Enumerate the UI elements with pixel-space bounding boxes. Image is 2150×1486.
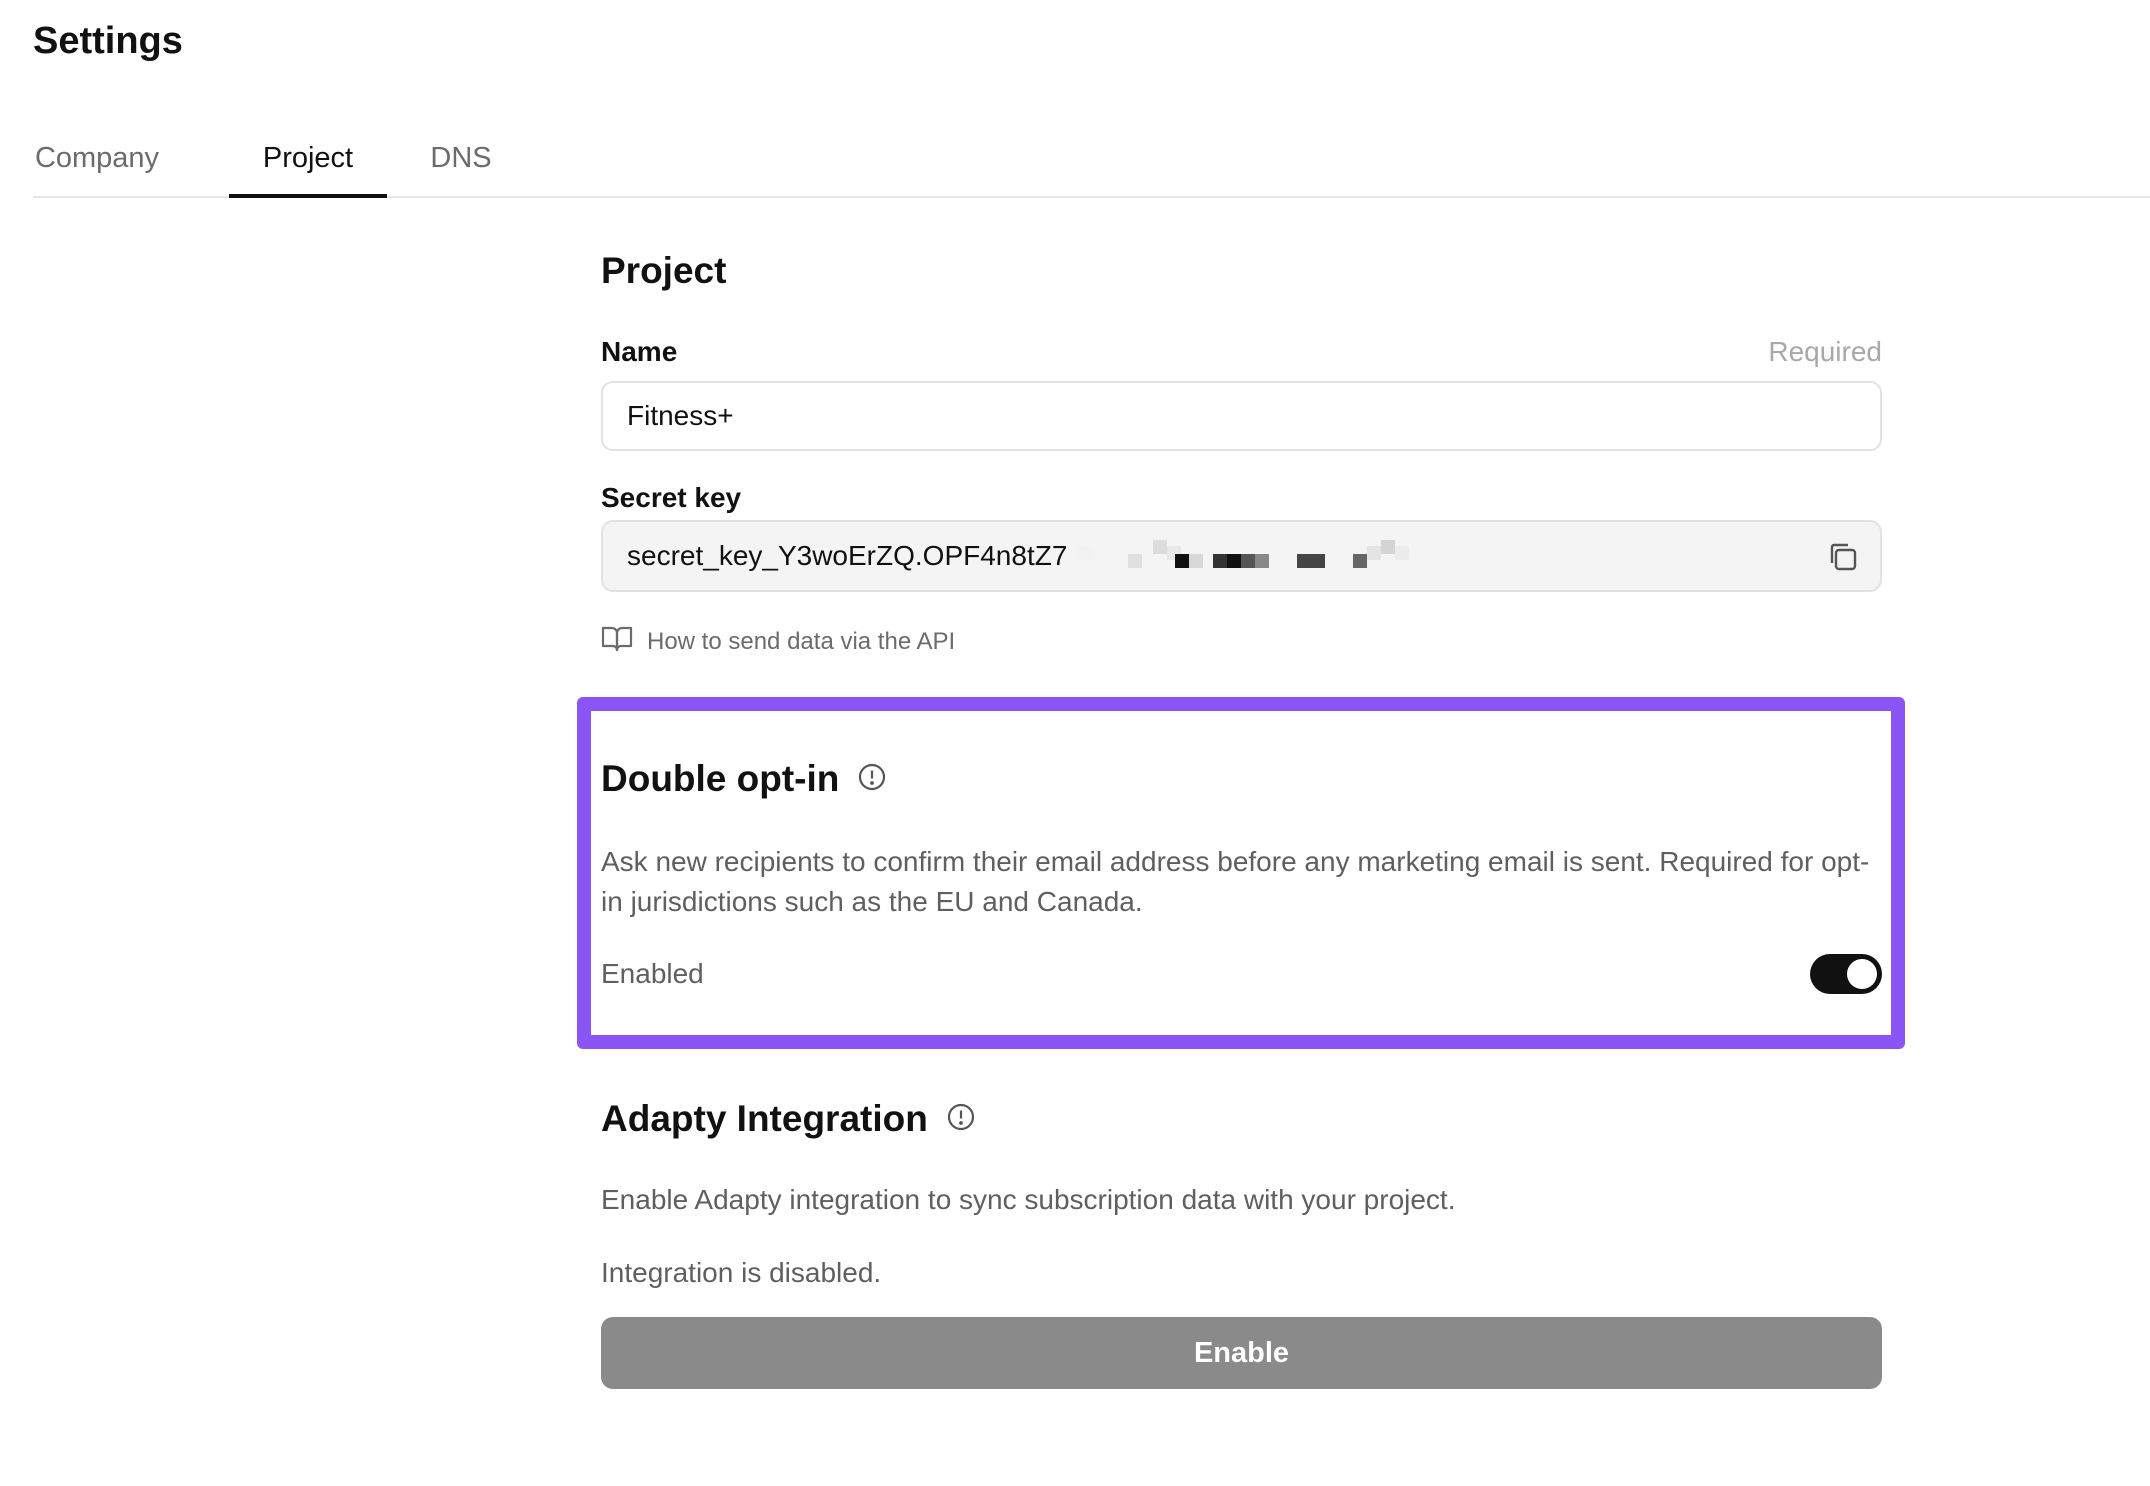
tab-dns[interactable]: DNS: [418, 128, 504, 194]
tab-company[interactable]: Company: [33, 128, 161, 194]
adapty-header: Adapty Integration: [601, 1098, 976, 1140]
settings-page: Settings Company Project DNS Project Nam…: [0, 0, 2150, 1486]
info-icon[interactable]: [946, 1102, 976, 1137]
secret-key-label: Secret key: [601, 482, 742, 513]
secret-key-value: secret_key_Y3woErZQ.OPF4n8tZ7: [627, 540, 1068, 571]
double-opt-in-highlight: [577, 697, 1905, 1049]
tab-bar: Company Project DNS: [33, 128, 2150, 198]
name-label: Name: [601, 336, 678, 367]
copy-icon[interactable]: [1826, 540, 1860, 574]
adapty-status: Integration is disabled.: [601, 1257, 882, 1288]
api-docs-link[interactable]: How to send data via the API: [601, 624, 955, 659]
project-name-input[interactable]: [601, 381, 1882, 451]
required-hint: Required: [1768, 336, 1882, 367]
secret-key-field[interactable]: secret_key_Y3woErZQ.OPF4n8tZ7: [601, 520, 1882, 592]
secret-key-label-row: Secret key: [601, 482, 1882, 514]
enable-adapty-button[interactable]: Enable: [601, 1317, 1882, 1389]
book-icon: [601, 624, 633, 659]
adapty-description: Enable Adapty integration to sync subscr…: [601, 1184, 1456, 1215]
api-docs-link-text: How to send data via the API: [647, 627, 956, 655]
name-label-row: Name Required: [601, 336, 1882, 368]
project-section-title: Project: [601, 250, 727, 291]
page-title: Settings: [33, 20, 183, 62]
adapty-title: Adapty Integration: [601, 1098, 928, 1139]
tab-project[interactable]: Project: [229, 128, 387, 198]
redacted-key-pixels: [1078, 540, 1438, 570]
